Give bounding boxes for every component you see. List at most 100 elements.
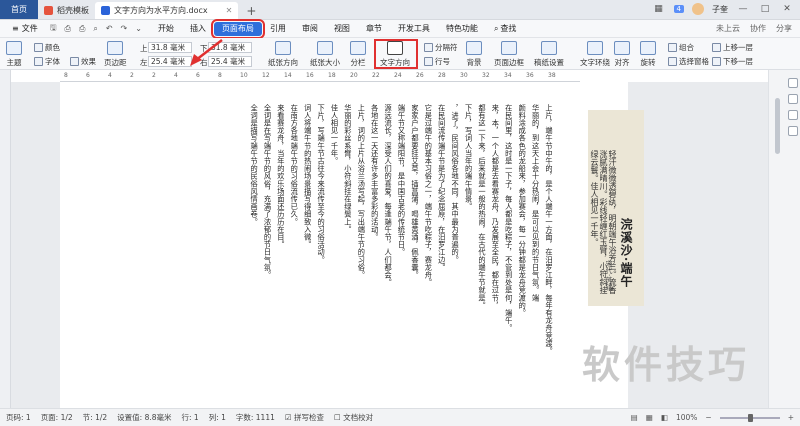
top-margin-input[interactable]: 31.8 毫米 <box>148 42 192 53</box>
cloud-status[interactable]: 未上云 <box>716 23 740 34</box>
side-panel-icon[interactable] <box>788 126 798 136</box>
menu-view[interactable]: 视图 <box>326 20 358 38</box>
minimize-icon[interactable]: — <box>736 4 750 14</box>
text-column: 颜料涂成各色的龙船来，参加赛会，每一分钟都是龙舟竞渡的。 <box>518 104 528 317</box>
zoom-out-icon[interactable]: − <box>705 413 711 422</box>
down-layer-button[interactable]: 下移一层 <box>712 56 753 67</box>
menu-section[interactable]: 章节 <box>358 20 390 38</box>
maximize-icon[interactable]: □ <box>758 4 772 14</box>
text-wrap-button[interactable]: 文字环绕 <box>580 41 610 68</box>
doc-check-button[interactable]: ☐ 文档校对 <box>334 412 373 423</box>
paper-size-button[interactable]: 纸张大小 <box>310 41 340 68</box>
ruler-number: 12 <box>262 72 270 79</box>
text-column: 在民间流传端午节是为了纪念屈原，在汨罗江边。 <box>437 104 447 272</box>
menu-search[interactable]: ⌕ 查找 <box>486 20 524 38</box>
view-mode-icon[interactable]: ◧ <box>661 413 668 422</box>
tab-docer-templates[interactable]: 稻壳模板 <box>38 2 95 19</box>
document-page[interactable]: 上片，端午节中午的，是个人端午一方面，在汨罗江畔，每年有龙舟竞渡。 华丽的，到这天… <box>60 82 628 408</box>
share-button[interactable]: 分享 <box>776 23 792 34</box>
menu-references[interactable]: 引用 <box>262 20 294 38</box>
side-panel-icon[interactable] <box>788 78 798 88</box>
menu-page-layout[interactable]: 页面布局 <box>210 18 265 39</box>
menu-insert[interactable]: 插入 <box>182 20 214 38</box>
select-pane-button[interactable]: 选择窗格 <box>668 56 709 67</box>
columns-button[interactable]: 分栏 <box>350 41 366 68</box>
spell-check-button[interactable]: ☑ 拼写检查 <box>285 412 324 423</box>
margin-button[interactable]: 页边距 <box>104 41 127 68</box>
section-break-button[interactable]: 分隔符 <box>424 42 458 53</box>
ruler-number: 2 <box>130 72 134 79</box>
rotate-button[interactable]: 旋转 <box>640 41 656 68</box>
side-panel-icon[interactable] <box>788 110 798 120</box>
left-margin-input[interactable]: 25.4 毫米 <box>148 56 192 67</box>
ruler-number: 16 <box>306 72 314 79</box>
scroll-thumb[interactable] <box>775 98 780 154</box>
right-margin-input[interactable]: 25.4 毫米 <box>208 56 252 67</box>
home-tab[interactable]: 首页 <box>0 0 38 19</box>
group-label: 组合 <box>679 43 694 52</box>
menu-review[interactable]: 审阅 <box>294 20 326 38</box>
orientation-button[interactable]: 纸张方向 <box>268 41 298 68</box>
vertical-scrollbar[interactable] <box>768 70 800 408</box>
zoom-in-icon[interactable]: + <box>788 413 794 422</box>
menu-developer[interactable]: 开发工具 <box>390 20 438 38</box>
effect-button[interactable]: 效果 <box>70 56 96 67</box>
chevron-down-icon[interactable]: ⌄ <box>131 20 146 38</box>
preview-icon[interactable]: ⌕ <box>89 20 101 38</box>
font-button[interactable]: 字体 <box>34 56 60 67</box>
up-layer-button[interactable]: 上移一层 <box>712 42 753 53</box>
text-column: 源远流长，深受人们的喜爱，每逢端午节，人们都会。 <box>384 104 394 287</box>
menu-home[interactable]: 开始 <box>150 20 182 38</box>
new-tab-button[interactable]: + <box>238 2 264 19</box>
status-words[interactable]: 字数: 1111 <box>236 412 275 423</box>
close-icon[interactable]: ✕ <box>226 6 233 15</box>
export-icon[interactable]: ⎙ <box>61 20 75 38</box>
zoom-value[interactable]: 100% <box>676 413 697 422</box>
page-border-button[interactable]: 页面边框 <box>494 41 524 68</box>
menu-special[interactable]: 特色功能 <box>438 20 486 38</box>
background-button[interactable]: 背景 <box>466 41 482 68</box>
theme-button[interactable]: 主题 <box>6 41 22 68</box>
view-mode-icon[interactable]: ▦ <box>646 413 653 422</box>
status-page: 页码: 1 <box>6 413 31 422</box>
text-wrap-label: 文字环绕 <box>580 58 610 67</box>
status-row: 行: 1 <box>181 413 199 422</box>
poem-body: 轻汗微微透碧纨，明朝端午浴芳兰。流香涨腻满晴川。彩线轻缠红玉臂，小符斜挂绿云鬟。… <box>590 150 617 294</box>
text-column: 都有这一下来，后来就是一般的热闹，在古代的端午节就是。 <box>477 104 487 310</box>
notification-badge[interactable]: 4 <box>673 5 684 13</box>
text-column: 佳人相见一千年。 <box>330 104 340 165</box>
print-icon[interactable]: ⎙ <box>75 20 89 38</box>
columns-label: 分栏 <box>350 58 366 67</box>
bottom-margin-input[interactable]: 31.8 毫米 <box>208 42 252 53</box>
user-name[interactable]: 子奎 <box>712 4 728 15</box>
avatar[interactable] <box>692 3 704 15</box>
window-close-icon[interactable]: ✕ <box>780 4 794 14</box>
collaborate-button[interactable]: 协作 <box>750 23 766 34</box>
undo-icon[interactable]: ↶ <box>102 20 117 38</box>
break-icon <box>424 43 433 52</box>
group-button[interactable]: 组合 <box>668 42 694 53</box>
redo-icon[interactable]: ↷ <box>117 20 132 38</box>
align-label: 对齐 <box>614 58 630 67</box>
columns-icon <box>350 41 366 55</box>
ruler-number: 24 <box>394 72 402 79</box>
line-number-button[interactable]: 行号 <box>424 56 450 67</box>
view-mode-icon[interactable]: ▤ <box>631 413 638 422</box>
menu-file[interactable]: ≡ 文件 <box>4 20 46 38</box>
zoom-slider[interactable] <box>719 413 780 422</box>
line-number-label: 行号 <box>435 57 450 66</box>
color-button[interactable]: 颜色 <box>34 42 60 53</box>
menu-search-label: 查找 <box>500 24 517 33</box>
group-icon <box>668 43 677 52</box>
align-button[interactable]: 对齐 <box>614 41 630 68</box>
status-right: ▤ ▦ ◧ 100% − + <box>631 413 800 422</box>
background-label: 背景 <box>466 58 482 67</box>
paper-setting-button[interactable]: 稿纸设置 <box>534 41 564 68</box>
save-icon[interactable]: 🖫 <box>46 20 61 38</box>
tab-document[interactable]: 文字方向为水平方向.docx ✕ <box>95 2 239 19</box>
side-panel-icon[interactable] <box>788 94 798 104</box>
window-controls: ▦ 4 子奎 — □ ✕ <box>652 0 800 19</box>
zoom-knob[interactable] <box>747 413 753 422</box>
grid-icon[interactable]: ▦ <box>652 4 666 14</box>
ruler-number: 28 <box>438 72 446 79</box>
